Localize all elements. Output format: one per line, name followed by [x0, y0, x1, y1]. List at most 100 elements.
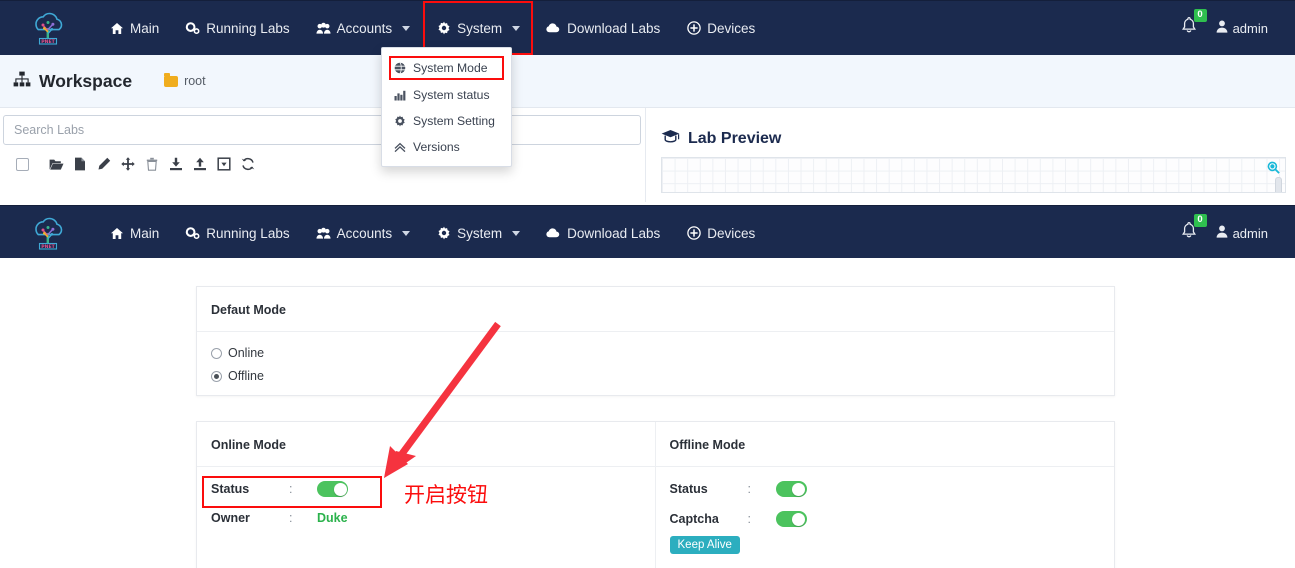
chevron-down-icon	[512, 230, 521, 236]
pnet-logo[interactable]: PNET	[0, 1, 96, 56]
toggle-knob	[792, 482, 805, 496]
modes-panel: Online Mode Status : Owner : Duke Offlin…	[196, 421, 1115, 568]
gear-icon	[393, 115, 406, 127]
user-label: admin	[1232, 20, 1268, 36]
lab-preview-pane: Lab Preview	[651, 108, 1295, 193]
lab-preview-canvas[interactable]	[661, 157, 1286, 193]
edit-button[interactable]	[92, 153, 116, 175]
navbar-items: Main Running Labs Accounts System Downlo…	[96, 1, 1180, 55]
move-button[interactable]	[116, 153, 140, 175]
user-menu[interactable]: admin	[1216, 20, 1273, 36]
search-labs-box[interactable]	[3, 115, 641, 145]
nav2-item-devices[interactable]: Devices	[673, 206, 768, 260]
system-mode-content: Defaut Mode Online Offline Online Mode S…	[0, 258, 1295, 568]
offline-captcha-row: Captcha :	[670, 511, 1115, 527]
notification-count-badge: 0	[1193, 9, 1207, 22]
toggle-knob	[792, 512, 805, 526]
import-button[interactable]	[164, 153, 188, 175]
colon-separator: :	[747, 512, 751, 526]
plus-circle-icon	[686, 21, 701, 36]
default-mode-body: Online Offline	[197, 332, 1114, 383]
refresh-button[interactable]	[236, 153, 260, 175]
home-icon	[109, 21, 124, 36]
chevron-down-icon	[402, 25, 411, 31]
breadcrumb[interactable]: root	[164, 72, 206, 88]
nav-item-download-labs[interactable]: Download Labs	[533, 1, 673, 55]
nav2-item-main[interactable]: Main	[96, 206, 172, 260]
menu-item-label: System status	[413, 88, 490, 102]
svg-text:PNET: PNET	[41, 244, 55, 250]
gear-icon	[436, 226, 451, 241]
export-button[interactable]	[188, 153, 212, 175]
system-dropdown-menu: System Mode System status System Setting…	[381, 47, 512, 167]
nav-label: Main	[130, 225, 160, 241]
offline-captcha-toggle[interactable]	[775, 511, 807, 527]
nav2-item-running-labs[interactable]: Running Labs	[172, 206, 302, 260]
user-icon	[1216, 20, 1228, 36]
offline-status-key: Status	[669, 482, 708, 496]
export-box-button[interactable]	[212, 153, 236, 175]
offline-status-toggle[interactable]	[775, 481, 807, 497]
nav-label: System	[457, 20, 503, 36]
nav-item-running-labs[interactable]: Running Labs	[172, 1, 302, 55]
menu-item-system-mode[interactable]: System Mode	[388, 55, 505, 81]
preview-scrollbar[interactable]	[1275, 177, 1282, 192]
radio-icon-selected[interactable]	[211, 370, 222, 382]
folder-icon	[164, 72, 179, 87]
second-navbar: PNET Main Running Labs Accounts System D…	[0, 205, 1295, 260]
select-all-checkbox-wrap[interactable]	[10, 153, 34, 175]
notifications-button-2[interactable]: 0	[1180, 214, 1207, 245]
nav-label: Download Labs	[567, 20, 661, 36]
chevron-down-icon	[402, 230, 411, 236]
nav-label: Download Labs	[567, 225, 661, 241]
folder-open-icon	[49, 159, 63, 170]
nav-item-main[interactable]: Main	[96, 1, 172, 55]
radio-option-offline[interactable]: Offline	[211, 369, 1114, 383]
sitemap-icon	[13, 71, 31, 92]
gear-icon	[436, 21, 451, 36]
nav-label: Devices	[707, 20, 756, 36]
nav2-item-download-labs[interactable]: Download Labs	[533, 206, 673, 260]
nav2-item-system[interactable]: System	[423, 206, 533, 260]
delete-button[interactable]	[140, 153, 164, 175]
online-owner-value: Duke	[317, 511, 348, 525]
workspace-bar: Workspace root	[0, 55, 1295, 108]
open-folder-button[interactable]	[44, 153, 68, 175]
cogs-icon	[185, 226, 200, 241]
user-label: admin	[1232, 225, 1268, 241]
toggle-knob	[333, 482, 347, 496]
app-screen: PNET Main Running Labs Accounts System D…	[0, 0, 1295, 568]
move-arrows-icon	[121, 157, 135, 171]
nav-item-devices[interactable]: Devices	[673, 1, 768, 55]
breadcrumb-label: root	[184, 74, 206, 88]
offline-mode-body: Status : Captcha : Keep Alive	[656, 467, 1115, 554]
cloud-icon	[546, 21, 561, 36]
online-status-toggle[interactable]	[317, 481, 348, 497]
svg-text:PNET: PNET	[41, 39, 55, 45]
pencil-icon	[98, 157, 111, 170]
navbar-right-2: 0 admin	[1180, 214, 1295, 245]
menu-item-versions[interactable]: Versions	[382, 134, 511, 160]
new-file-button[interactable]	[68, 153, 92, 175]
keep-alive-button[interactable]: Keep Alive	[669, 536, 740, 554]
nav2-item-accounts[interactable]: Accounts	[303, 206, 424, 260]
notifications-button[interactable]: 0	[1180, 9, 1207, 40]
menu-item-label: Versions	[413, 140, 460, 154]
search-input[interactable]	[12, 122, 640, 138]
default-mode-title: Defaut Mode	[197, 287, 1114, 332]
radio-option-online[interactable]: Online	[211, 346, 1114, 360]
navbar-right: 0 admin	[1180, 9, 1295, 40]
page-title-text: Workspace	[39, 70, 133, 91]
menu-item-system-setting[interactable]: System Setting	[382, 108, 511, 134]
menu-item-system-status[interactable]: System status	[382, 82, 511, 108]
nav-label: Running Labs	[206, 20, 290, 36]
radio-icon[interactable]	[211, 347, 222, 359]
nav-label: Main	[130, 20, 160, 36]
magnifier-icon[interactable]	[1267, 161, 1280, 177]
box-export-icon	[217, 157, 231, 171]
nav-label: Accounts	[336, 225, 393, 241]
home-icon	[109, 226, 124, 241]
checkbox-icon[interactable]	[15, 157, 29, 171]
pnet-logo-2[interactable]: PNET	[0, 206, 96, 261]
user-menu-2[interactable]: admin	[1216, 225, 1273, 241]
